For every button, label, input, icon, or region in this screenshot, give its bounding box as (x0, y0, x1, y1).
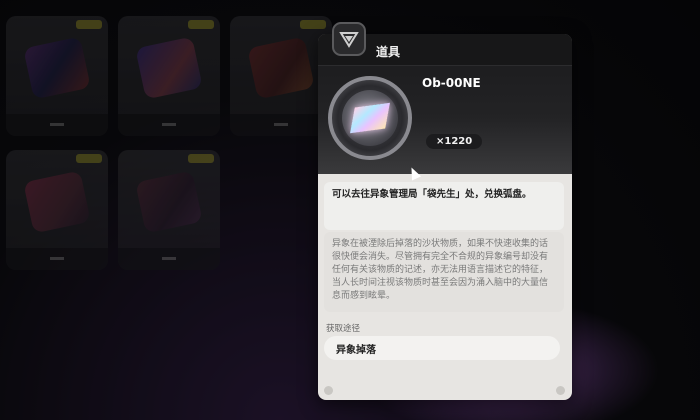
triangle-emblem-icon (339, 32, 359, 48)
item-image-core (342, 90, 398, 146)
item-description: 异象在被湮除后掉落的沙状物质，如果不快速收集的话很快便会消失。尽管拥有完全不合规… (324, 232, 564, 312)
item-count: ×1220 (426, 134, 483, 149)
corner-dot (324, 386, 333, 395)
item-image-frame (328, 76, 412, 160)
item-detail-panel: 道具 Ob-00NE ×1220 可以去往异象管理局「袋先生」处，兑换弧盘。 异… (318, 34, 572, 400)
source-label: 获取途径 (326, 324, 361, 334)
item-usage-text: 可以去往异象管理局「袋先生」处，兑换弧盘。 (324, 182, 564, 230)
source-entry-button[interactable]: 异象掉落 (324, 336, 560, 360)
panel-title: 道具 (376, 45, 401, 59)
item-category-badge-icon (332, 22, 366, 56)
prism-crystal-icon (350, 102, 390, 134)
corner-dot (556, 386, 565, 395)
item-name: Ob-00NE (422, 76, 481, 90)
